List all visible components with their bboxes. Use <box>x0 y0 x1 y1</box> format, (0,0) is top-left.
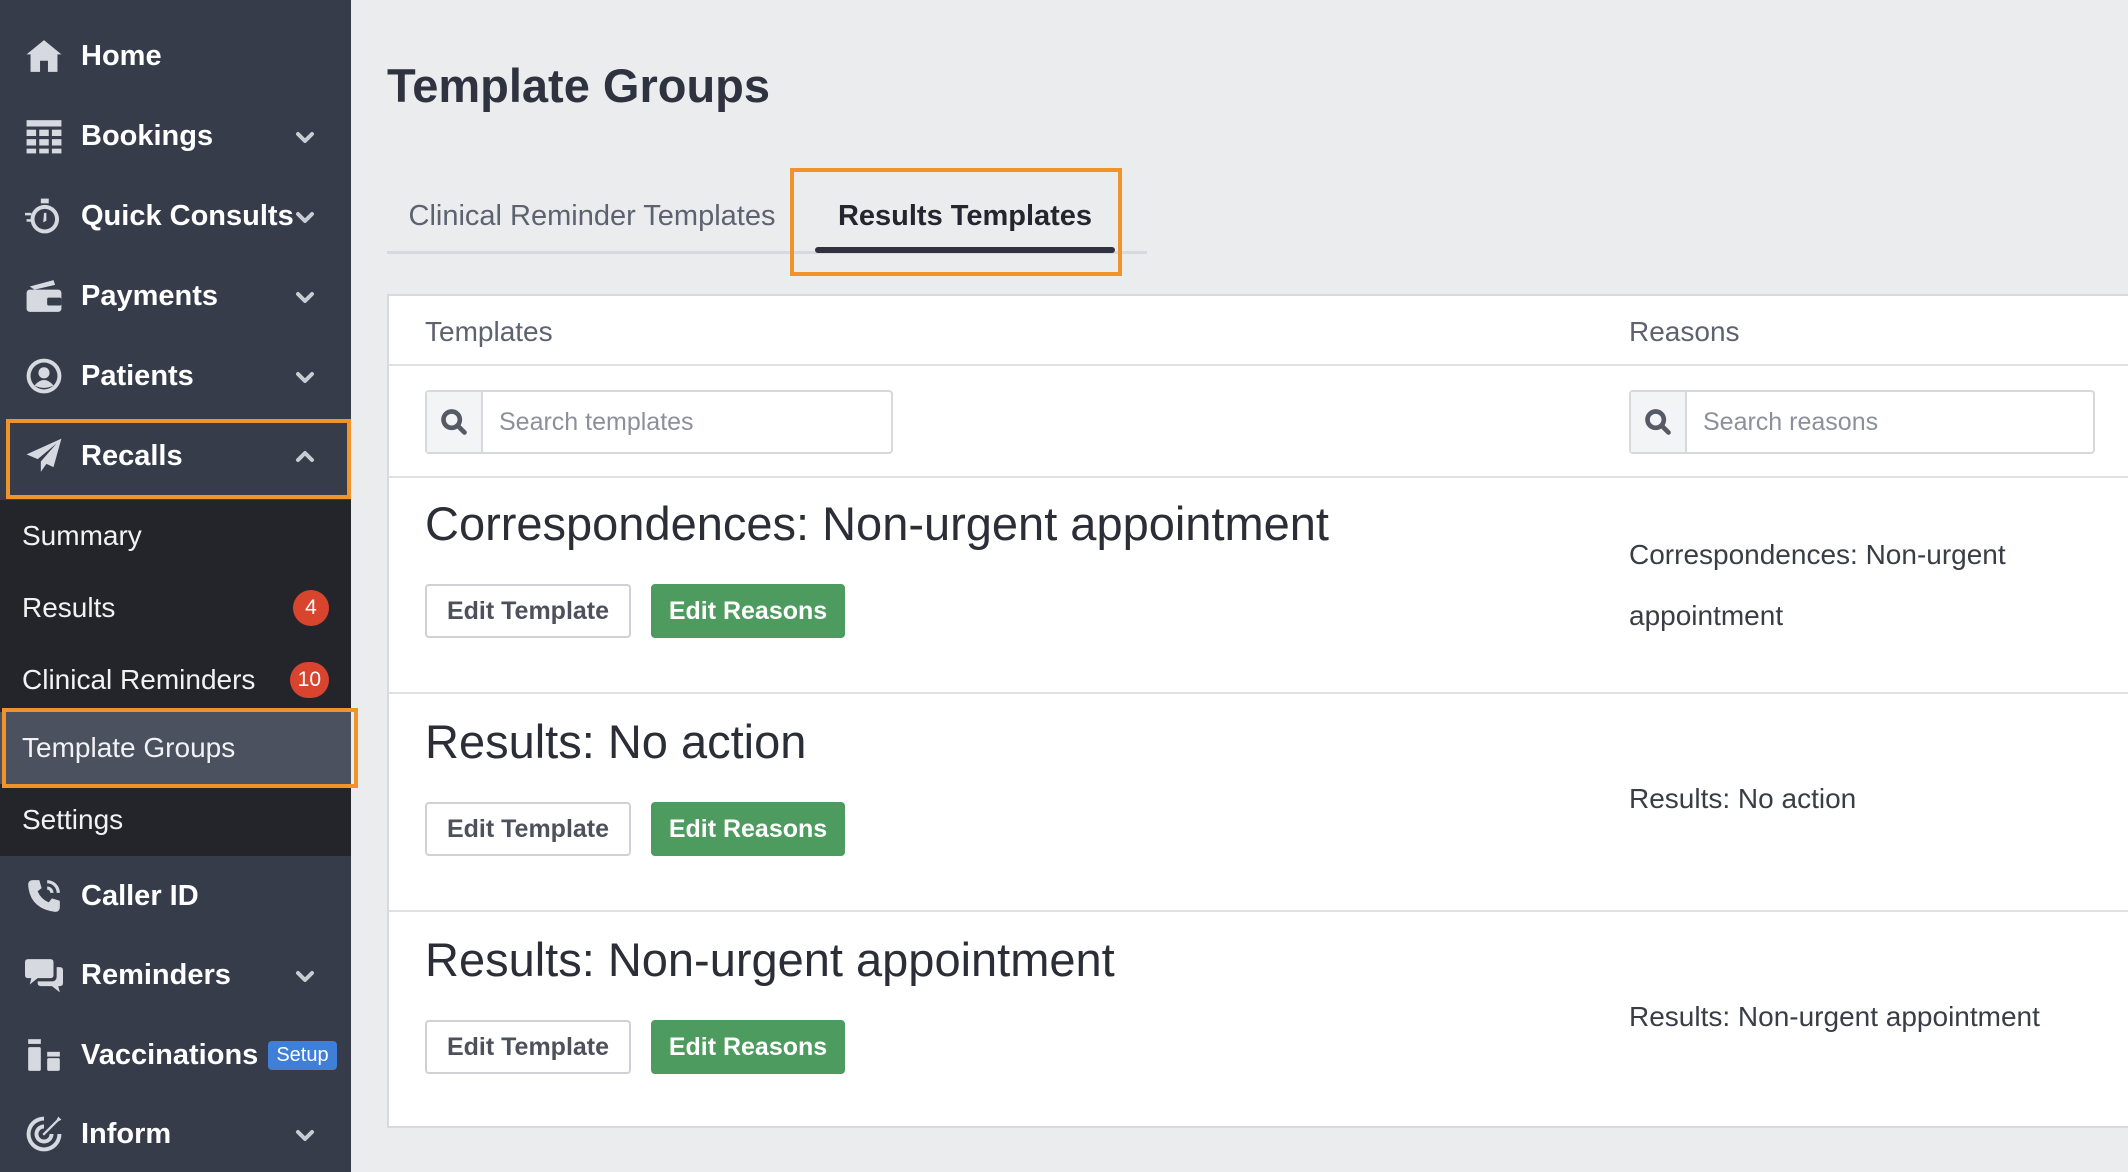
column-header-templates: Templates <box>425 316 553 347</box>
nav-label: Recalls <box>81 439 183 472</box>
search-reasons-box <box>1629 390 2095 454</box>
calendar-grid-icon <box>24 116 64 156</box>
nav-label: Home <box>81 39 162 72</box>
chevron-down-icon <box>293 364 317 388</box>
reason-text: Correspondences: Non-urgent appointment <box>1629 539 2006 631</box>
search-templates-box <box>425 390 893 454</box>
nav-label: Quick Consults <box>81 199 294 232</box>
home-icon <box>24 36 64 76</box>
chevron-down-icon <box>293 124 317 148</box>
edit-reasons-button[interactable]: Edit Reasons <box>651 584 845 638</box>
chevron-down-icon <box>293 284 317 308</box>
user-circle-icon <box>24 356 64 396</box>
templates-table: Templates Reasons Correspondences: Non-u… <box>387 294 2128 1128</box>
template-title: Correspondences: Non-urgent appointment <box>425 497 1329 550</box>
nav-quick-consults[interactable]: Quick Consults <box>0 176 351 256</box>
column-header-reasons: Reasons <box>1629 316 1740 347</box>
sub-item-label: Clinical Reminders <box>22 664 256 695</box>
edit-reasons-button[interactable]: Edit Reasons <box>651 1020 845 1074</box>
setup-badge[interactable]: Setup <box>268 1040 337 1070</box>
nav-label: Bookings <box>81 119 214 152</box>
template-title: Results: Non-urgent appointment <box>425 933 1115 986</box>
stopwatch-icon <box>24 196 64 236</box>
sub-item-summary[interactable]: Summary <box>0 500 351 572</box>
edit-reasons-button[interactable]: Edit Reasons <box>651 802 845 856</box>
nav-recalls[interactable]: Recalls <box>0 416 351 496</box>
tab-results-templates[interactable]: Results Templates <box>805 182 1125 253</box>
sidebar: Home Bookings Quick Consults Payments Pa… <box>0 0 358 1172</box>
sub-item-results[interactable]: Results 4 <box>0 572 351 644</box>
edit-template-button[interactable]: Edit Template <box>425 802 631 856</box>
tab-clinical-reminder-templates[interactable]: Clinical Reminder Templates <box>387 182 797 250</box>
table-row: Correspondences: Non-urgent appointment … <box>389 478 2128 694</box>
nav-payments[interactable]: Payments <box>0 256 351 336</box>
chevron-down-icon <box>293 963 317 987</box>
recalls-submenu: Summary Results 4 Clinical Reminders 10 … <box>0 500 351 856</box>
nav-inform[interactable]: Inform <box>0 1094 351 1172</box>
count-badge: 4 <box>293 590 329 626</box>
nav-label: Inform <box>81 1117 172 1150</box>
wallet-icon <box>24 276 64 316</box>
search-icon[interactable] <box>1631 392 1687 452</box>
nav-label: Payments <box>81 279 219 312</box>
paper-plane-icon <box>24 436 64 476</box>
page-title: Template Groups <box>387 59 771 112</box>
sub-item-label: Summary <box>22 520 142 551</box>
search-templates-input[interactable] <box>483 392 891 452</box>
template-title: Results: No action <box>425 715 807 768</box>
sub-item-settings[interactable]: Settings <box>0 784 351 856</box>
tab-label: Results Templates <box>837 199 1093 232</box>
sub-item-template-groups[interactable]: Template Groups <box>0 712 351 784</box>
sub-item-label: Results <box>22 592 116 623</box>
target-icon <box>24 1114 64 1154</box>
tab-label: Clinical Reminder Templates <box>408 199 776 232</box>
count-badge: 10 <box>289 662 329 698</box>
chevron-up-icon <box>293 444 317 468</box>
nav-patients[interactable]: Patients <box>0 336 351 416</box>
chevron-down-icon <box>293 204 317 228</box>
sub-item-label: Template Groups <box>22 732 236 763</box>
sub-item-label: Settings <box>22 804 124 835</box>
chevron-down-icon <box>293 1122 317 1146</box>
edit-template-button[interactable]: Edit Template <box>425 1020 631 1074</box>
vials-icon <box>24 1035 64 1075</box>
table-row: Results: Non-urgent appointment Edit Tem… <box>389 914 2128 1130</box>
tab-bar: Clinical Reminder Templates Results Temp… <box>387 182 1147 254</box>
table-row: Results: No action Edit Template Edit Re… <box>389 696 2128 912</box>
nav-caller-id[interactable]: Caller ID <box>0 856 351 936</box>
search-row <box>389 366 2128 478</box>
nav-home[interactable]: Home <box>0 16 351 96</box>
search-icon[interactable] <box>427 392 483 452</box>
search-reasons-input[interactable] <box>1687 392 2093 452</box>
reason-text: Results: No action <box>1629 783 1857 814</box>
nav-bookings[interactable]: Bookings <box>0 96 351 176</box>
nav-label: Reminders <box>81 958 231 991</box>
nav-label: Caller ID <box>81 879 199 912</box>
nav-label: Vaccinations <box>81 1038 259 1071</box>
edit-template-button[interactable]: Edit Template <box>425 584 631 638</box>
reason-text: Results: Non-urgent appointment <box>1629 1001 2040 1032</box>
nav-vaccinations[interactable]: Vaccinations Setup <box>0 1015 351 1095</box>
chat-bubbles-icon <box>24 955 64 995</box>
nav-reminders[interactable]: Reminders <box>0 935 351 1015</box>
nav-label: Patients <box>81 359 194 392</box>
table-header: Templates Reasons <box>389 296 2128 366</box>
sub-item-clinical-reminders[interactable]: Clinical Reminders 10 <box>0 644 351 716</box>
phone-icon <box>24 876 64 916</box>
